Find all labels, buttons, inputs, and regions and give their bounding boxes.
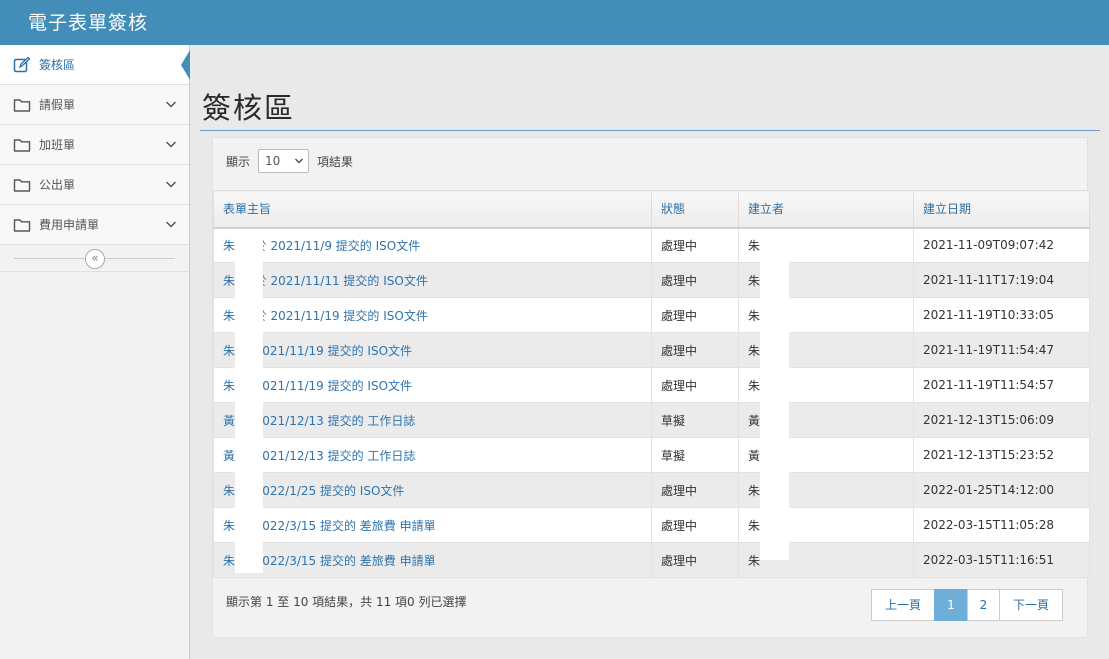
next-page-button[interactable]: 下一頁	[999, 589, 1063, 621]
table-row[interactable]: 朱 君 於 2021/11/19 提交的 ISO文件 處理中 朱 2021-11…	[213, 297, 1090, 333]
status-cell: 處理中	[651, 472, 739, 508]
sidebar-collapse-row: «	[0, 245, 189, 272]
chevron-down-icon	[165, 101, 177, 108]
table-row[interactable]: 黃 於 2021/12/13 提交的 工作日誌 草擬 黃 2021-12-13T…	[213, 402, 1090, 438]
date-cell: 2021-11-19T11:54:57	[913, 367, 1090, 403]
status-cell: 處理中	[651, 297, 739, 333]
subject-link[interactable]: 朱 於 2021/11/19 提交的 ISO文件	[213, 367, 652, 403]
status-cell: 處理中	[651, 332, 739, 368]
subject-link[interactable]: 黃 於 2021/12/13 提交的 工作日誌	[213, 402, 652, 438]
sidebar-item-approval[interactable]: 簽核區	[0, 45, 190, 85]
page-length-select[interactable]: 10	[258, 149, 309, 173]
column-header-creator[interactable]: 建立者	[738, 190, 914, 229]
sidebar-item-label: 公出單	[39, 178, 76, 192]
subject-link[interactable]: 朱 於 2022/3/15 提交的 差旅費 申請單	[213, 542, 652, 578]
sidebar-item-business-trip[interactable]: 公出單	[0, 165, 189, 205]
page-2-button[interactable]: 2	[967, 589, 1000, 621]
folder-icon	[13, 99, 31, 112]
folder-icon	[13, 139, 31, 152]
subject-link[interactable]: 朱 君 於 2021/11/19 提交的 ISO文件	[213, 297, 652, 333]
date-cell: 2022-01-25T14:12:00	[913, 472, 1090, 508]
sidebar-item-label: 費用申請單	[39, 218, 100, 232]
sidebar-item-expense[interactable]: 費用申請單	[0, 205, 189, 245]
previous-page-button[interactable]: 上一頁	[871, 589, 935, 621]
table-row[interactable]: 朱 於 2022/3/15 提交的 差旅費 申請單 處理中 朱 2022-03-…	[213, 542, 1090, 578]
table-info: 顯示第 1 至 10 項結果，共 11 項0 列已選擇	[226, 595, 467, 609]
table-row[interactable]: 朱 於 2022/3/15 提交的 差旅費 申請單 處理中 朱 2022-03-…	[213, 507, 1090, 543]
table-row[interactable]: 黃 於 2021/12/13 提交的 工作日誌 草擬 黃 2021-12-13T…	[213, 437, 1090, 473]
page-1-button[interactable]: 1	[934, 589, 968, 621]
subject-link[interactable]: 朱 於 2021/11/19 提交的 ISO文件	[213, 332, 652, 368]
table-row[interactable]: 朱 君 於 2021/11/11 提交的 ISO文件 處理中 朱 2021-11…	[213, 262, 1090, 298]
sidebar-item-leave[interactable]: 請假單	[0, 85, 189, 125]
chevron-down-icon	[165, 181, 177, 188]
subject-link[interactable]: 朱 君 於 2021/11/9 提交的 ISO文件	[213, 227, 652, 263]
forms-table: 表單主旨 狀態 建立者 建立日期 朱 君 於 2021/11/9 提交的 ISO…	[213, 190, 1090, 578]
sidebar-item-label: 加班單	[39, 138, 76, 152]
page-title: 簽核區	[202, 91, 296, 125]
status-cell: 草擬	[651, 402, 739, 438]
pagination: 上一頁 1 2 下一頁	[871, 589, 1063, 621]
date-cell: 2021-11-11T17:19:04	[913, 262, 1090, 298]
date-cell: 2021-11-19T11:54:47	[913, 332, 1090, 368]
sidebar-item-overtime[interactable]: 加班單	[0, 125, 189, 165]
divider	[200, 130, 1100, 131]
table-row[interactable]: 朱 於 2021/11/19 提交的 ISO文件 處理中 朱 2021-11-1…	[213, 332, 1090, 368]
pencil-square-icon	[13, 56, 31, 73]
sidebar: 簽核區 請假單 加班單 公出單 費用申請單 «	[0, 45, 190, 659]
status-cell: 處理中	[651, 507, 739, 543]
chevron-down-icon	[165, 141, 177, 148]
length-suffix: 項結果	[317, 155, 354, 169]
sidebar-item-label: 請假單	[39, 98, 76, 112]
date-cell: 2022-03-15T11:16:51	[913, 542, 1090, 578]
app-header: 電子表單簽核	[0, 0, 1109, 45]
subject-link[interactable]: 朱 於 2022/1/25 提交的 ISO文件	[213, 472, 652, 508]
folder-icon	[13, 219, 31, 232]
date-cell: 2021-12-13T15:23:52	[913, 437, 1090, 473]
column-header-status[interactable]: 狀態	[651, 190, 739, 229]
table-header-row: 表單主旨 狀態 建立者 建立日期	[213, 190, 1090, 229]
date-cell: 2021-12-13T15:06:09	[913, 402, 1090, 438]
page-length-value: 10	[265, 154, 281, 168]
double-chevron-left-icon[interactable]: «	[85, 249, 105, 269]
folder-icon	[13, 179, 31, 192]
status-cell: 處理中	[651, 542, 739, 578]
subject-link[interactable]: 朱 君 於 2021/11/11 提交的 ISO文件	[213, 262, 652, 298]
date-cell: 2021-11-09T09:07:42	[913, 227, 1090, 263]
redaction-bar	[760, 236, 789, 560]
status-cell: 處理中	[651, 227, 739, 263]
redaction-bar	[235, 235, 263, 573]
date-cell: 2022-03-15T11:05:28	[913, 507, 1090, 543]
table-row[interactable]: 朱 於 2021/11/19 提交的 ISO文件 處理中 朱 2021-11-1…	[213, 367, 1090, 403]
chevron-down-icon	[294, 158, 304, 164]
column-header-subject[interactable]: 表單主旨	[213, 190, 652, 229]
subject-link[interactable]: 朱 於 2022/3/15 提交的 差旅費 申請單	[213, 507, 652, 543]
length-prefix: 顯示	[226, 155, 251, 169]
table-panel: 顯示 10 項結果 表單主旨 狀態 建立者 建立日期 朱 君 於 2021/11…	[212, 137, 1090, 638]
chevron-down-icon	[165, 221, 177, 228]
table-row[interactable]: 朱 於 2022/1/25 提交的 ISO文件 處理中 朱 2022-01-25…	[213, 472, 1090, 508]
table-row[interactable]: 朱 君 於 2021/11/9 提交的 ISO文件 處理中 朱 2021-11-…	[213, 227, 1090, 263]
column-header-date[interactable]: 建立日期	[913, 190, 1090, 229]
sidebar-item-label: 簽核區	[39, 58, 76, 72]
subject-link[interactable]: 黃 於 2021/12/13 提交的 工作日誌	[213, 437, 652, 473]
date-cell: 2021-11-19T10:33:05	[913, 297, 1090, 333]
status-cell: 處理中	[651, 367, 739, 403]
app-title: 電子表單簽核	[28, 12, 149, 34]
status-cell: 處理中	[651, 262, 739, 298]
status-cell: 草擬	[651, 437, 739, 473]
